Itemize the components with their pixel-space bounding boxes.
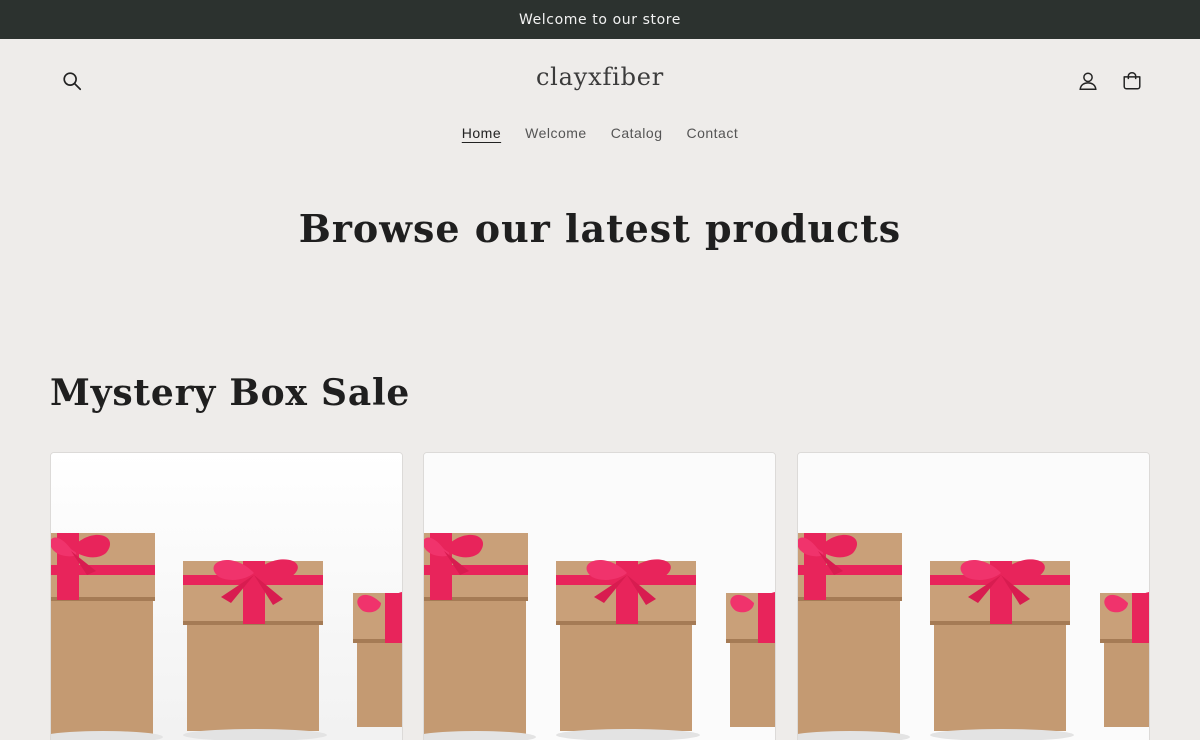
product-grid [50,452,1150,740]
nav-home[interactable]: Home [462,125,501,141]
collection-title: Mystery Box Sale [50,372,411,414]
account-icon [1079,72,1097,90]
nav-catalog[interactable]: Catalog [611,125,663,141]
account-button[interactable] [1070,63,1106,99]
gift-boxes-image [51,453,402,740]
nav-contact[interactable]: Contact [686,125,738,141]
cart-icon [1123,72,1141,90]
product-card[interactable] [50,452,403,740]
announcement-bar: Welcome to our store [0,0,1200,39]
product-card[interactable] [423,452,776,740]
gift-boxes-image [798,453,1149,740]
hero-title: Browse our latest products [298,206,902,251]
site-header: clayxfiber Home Welcome Catalog Contact [0,39,1200,159]
product-card[interactable] [797,452,1150,740]
gift-boxes-image [424,453,775,740]
nav-welcome[interactable]: Welcome [525,125,587,141]
main-nav: Home Welcome Catalog Contact [0,125,1200,141]
store-logo[interactable]: clayxfiber [0,63,1200,91]
cart-button[interactable] [1114,63,1150,99]
announcement-text: Welcome to our store [518,11,682,28]
